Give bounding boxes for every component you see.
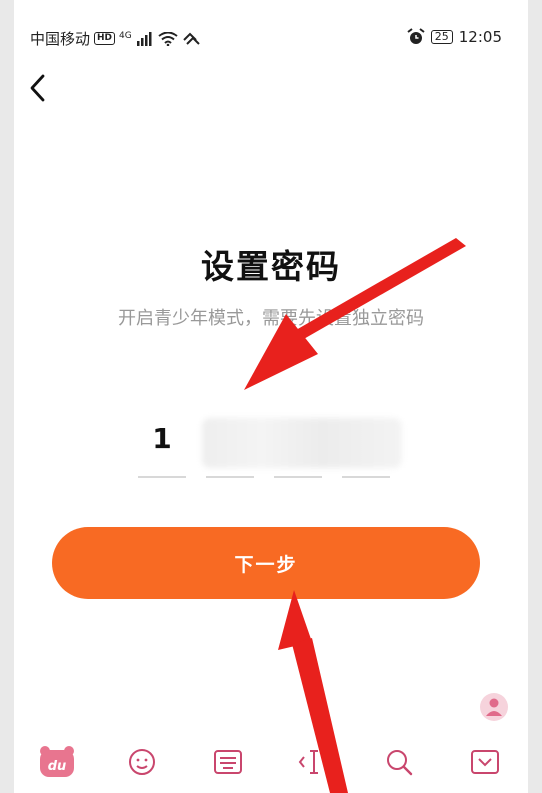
svg-text:du: du <box>48 759 67 774</box>
keyboard-icon[interactable] <box>204 738 252 786</box>
alarm-icon <box>407 28 425 44</box>
collapse-keyboard-icon[interactable] <box>461 738 509 786</box>
next-button[interactable]: 下一步 <box>52 527 480 599</box>
pin-underline <box>206 476 254 478</box>
signal-icon <box>136 31 152 46</box>
nfc-icon <box>183 32 200 45</box>
search-icon[interactable] <box>375 738 423 786</box>
pin-input[interactable]: 1 <box>138 412 402 482</box>
hd-badge: HD <box>94 32 116 45</box>
page-subtitle: 开启青少年模式，需要先设置独立密码 <box>118 308 424 329</box>
carrier-name: 中国移动 <box>30 30 91 48</box>
pin-underline <box>138 476 186 478</box>
clock: 12:05 <box>458 28 502 46</box>
status-right: 25 12:05 <box>407 28 502 46</box>
page-title: 设置密码 <box>201 247 341 286</box>
floating-assistant-icon[interactable] <box>477 690 511 724</box>
du-logo-icon[interactable]: du <box>33 738 81 786</box>
status-bar: 中国移动 HD 4G 25 12:05 <box>14 0 528 76</box>
phone-screen: 中国移动 HD 4G 25 12:05 设置密码 开启青少年模式，需要先设置独立… <box>14 0 528 793</box>
network-type: 4G <box>119 30 132 41</box>
blurred-region <box>202 418 402 468</box>
pin-digit: 1 <box>152 422 172 455</box>
battery-indicator: 25 <box>430 30 453 44</box>
pin-cell[interactable]: 1 <box>138 412 186 478</box>
status-left: 中国移动 HD 4G <box>30 28 200 49</box>
chevron-left-icon <box>30 74 45 102</box>
keyboard-toolbar: du <box>14 730 528 793</box>
wifi-icon <box>158 31 178 46</box>
person-icon <box>480 693 508 721</box>
pin-underline <box>274 476 322 478</box>
cursor-icon[interactable] <box>290 738 338 786</box>
emoji-icon[interactable] <box>118 738 166 786</box>
pin-underline <box>342 476 390 478</box>
back-button[interactable] <box>20 70 56 106</box>
